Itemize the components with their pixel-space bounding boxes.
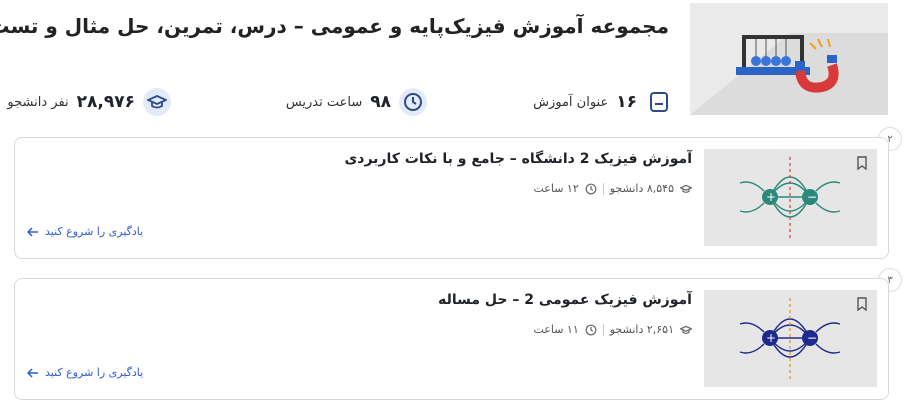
stat-courses: ۱۶ عنوان آموزش — [533, 88, 673, 116]
course-meta: ۸,۵۴۵ دانشجو ۱۲ ساعت — [533, 182, 692, 195]
stat-label: نفر دانشجو — [7, 94, 69, 110]
stat-value: ۱۶ — [616, 92, 637, 112]
start-learning-label: یادگیری را شروع کنید — [45, 366, 144, 379]
stat-label: عنوان آموزش — [533, 94, 609, 110]
stat-label: ساعت تدریس — [285, 94, 363, 110]
svg-text:−: − — [807, 190, 817, 204]
divider — [602, 182, 604, 195]
course-card[interactable]: + − آموزش فیزیک عمومی 2 – حل مساله ۲,۶۵۱… — [14, 278, 889, 400]
page-title: مجموعه آموزش فیزیک‌پایه و عمومی – درس، ت… — [0, 14, 669, 38]
graduation-cap-icon — [680, 184, 692, 193]
start-learning-link[interactable]: یادگیری را شروع کنید — [27, 366, 143, 379]
svg-text:−: − — [807, 331, 817, 345]
course-title[interactable]: آموزش فیزیک عمومی 2 – حل مساله — [438, 292, 692, 308]
stat-hours: ۹۸ ساعت تدریس — [286, 88, 427, 116]
bookmark-icon[interactable] — [856, 297, 868, 311]
course-hours: ۱۱ ساعت — [533, 323, 579, 336]
course-thumbnail: + − — [704, 149, 877, 246]
arrow-left-icon — [27, 367, 38, 378]
arrow-left-icon — [27, 226, 38, 237]
graduation-cap-icon — [680, 325, 692, 334]
course-students: ۸,۵۴۵ دانشجو — [609, 182, 674, 195]
course-meta: ۲,۶۵۱ دانشجو ۱۱ ساعت — [533, 323, 692, 336]
collection-thumbnail — [690, 3, 888, 115]
course-students: ۲,۶۵۱ دانشجو — [609, 323, 674, 336]
stat-value: ۲۸,۹۷۶ — [76, 92, 135, 112]
clock-icon — [399, 88, 427, 116]
graduation-cap-icon — [143, 88, 171, 116]
start-learning-label: یادگیری را شروع کنید — [45, 225, 144, 238]
clock-icon — [585, 183, 597, 194]
divider — [602, 323, 604, 336]
clock-icon — [585, 324, 597, 335]
bookmark-icon[interactable] — [856, 156, 868, 170]
stat-students: ۲۸,۹۷۶ نفر دانشجو — [7, 88, 171, 116]
start-learning-link[interactable]: یادگیری را شروع کنید — [27, 225, 143, 238]
course-hours: ۱۲ ساعت — [533, 182, 579, 195]
svg-text:+: + — [766, 190, 776, 204]
stat-value: ۹۸ — [370, 92, 391, 112]
course-title[interactable]: آموزش فیزیک 2 دانشگاه – جامع و با نکات ک… — [344, 151, 692, 167]
book-icon — [645, 88, 673, 116]
svg-text:+: + — [766, 331, 776, 345]
course-thumbnail: + − — [704, 290, 877, 387]
course-card[interactable]: + − آموزش فیزیک 2 دانشگاه – جامع و با نک… — [14, 137, 889, 259]
